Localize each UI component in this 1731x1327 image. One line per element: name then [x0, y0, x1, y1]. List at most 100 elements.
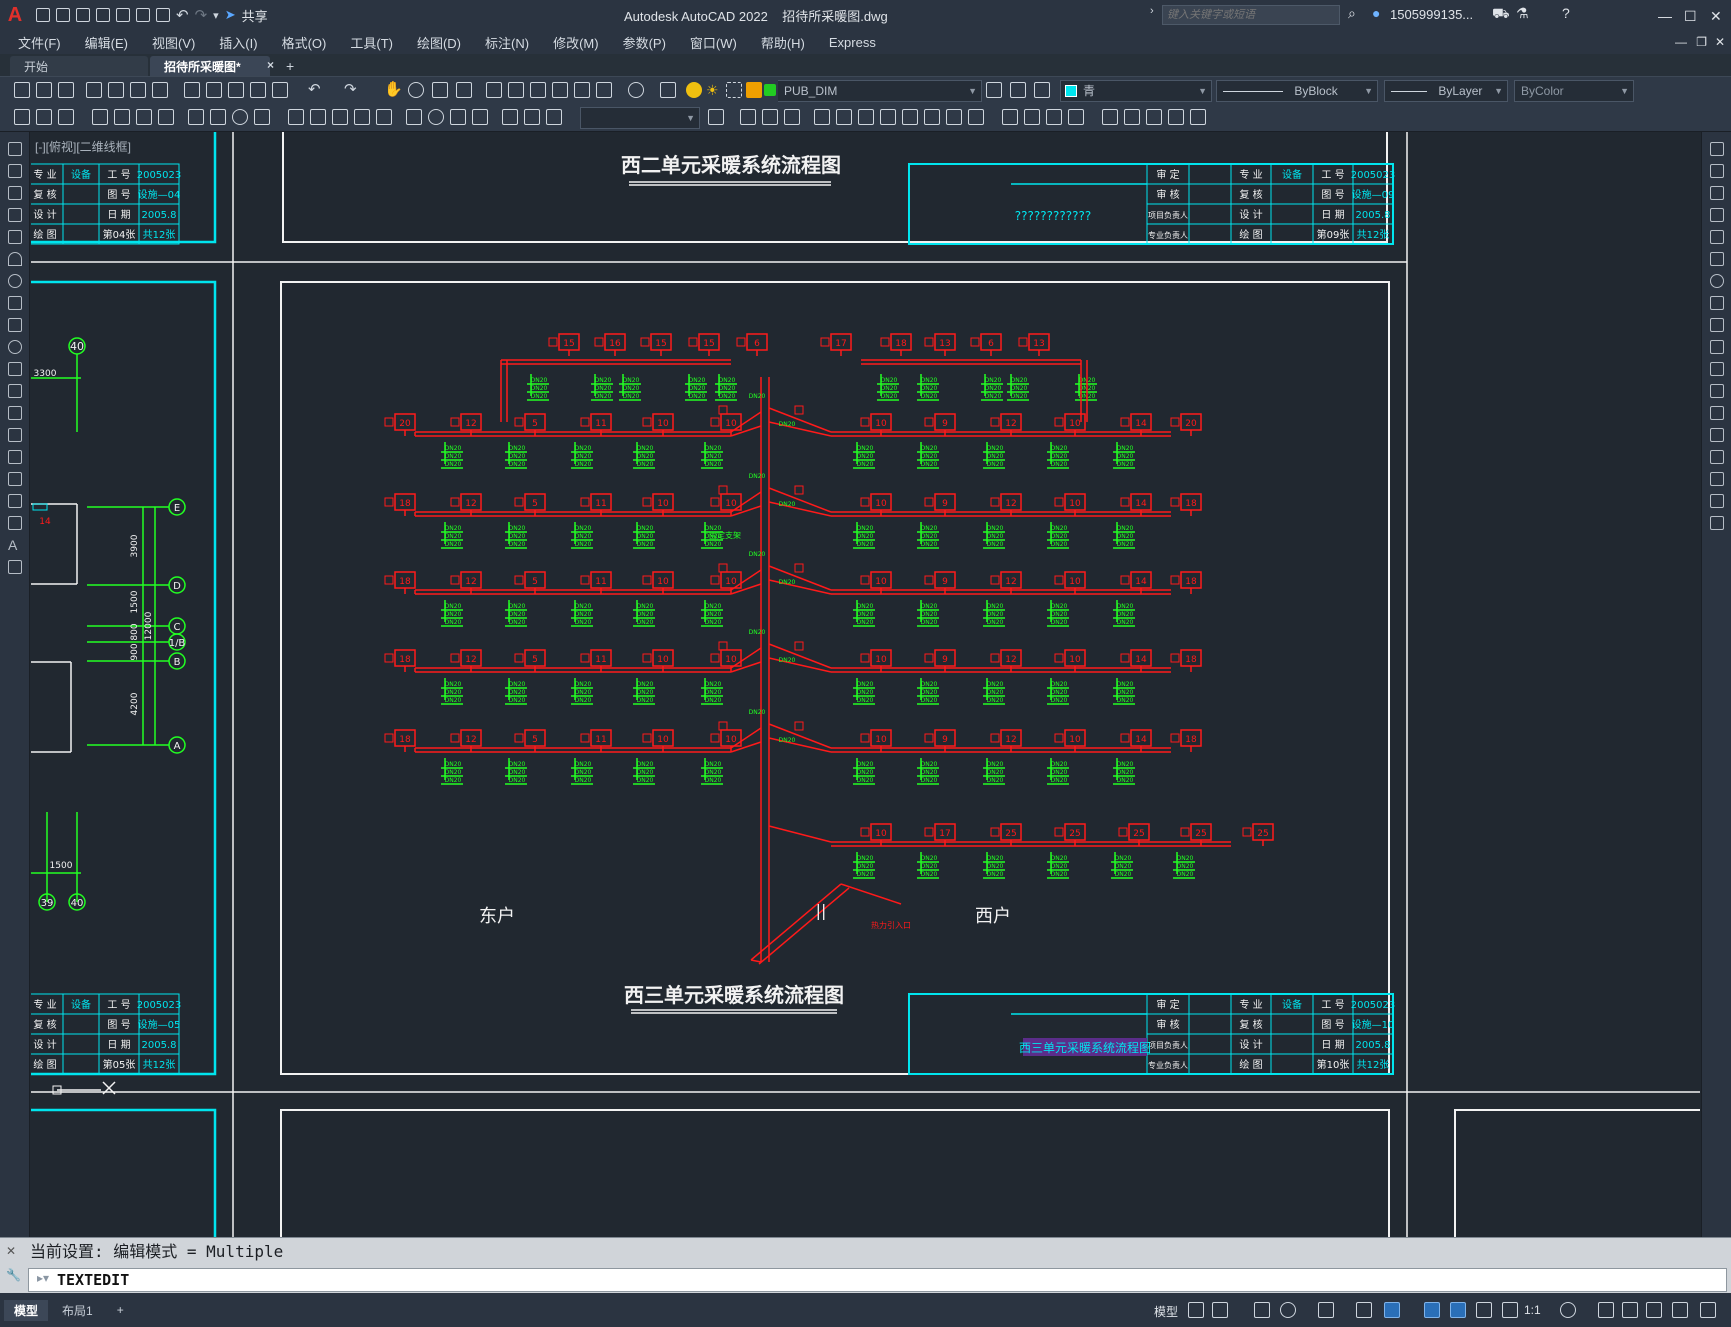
pan-icon[interactable]: ✋ [384, 82, 403, 98]
markup-icon[interactable] [574, 82, 590, 98]
region-icon[interactable] [8, 494, 22, 508]
menu-draw[interactable]: 绘图(D) [405, 33, 473, 52]
osnap-icon[interactable] [1384, 1302, 1400, 1318]
menu-help[interactable]: 帮助(H) [749, 33, 817, 52]
layer-viewport-icon[interactable] [726, 82, 742, 98]
baseline-dim-icon[interactable] [310, 109, 326, 125]
arc-length-icon[interactable] [136, 109, 152, 125]
tab-start[interactable]: 开始 [10, 56, 148, 76]
add-layout-icon[interactable]: + [107, 1301, 134, 1319]
menu-format[interactable]: 格式(O) [270, 33, 339, 52]
workspace-gear-icon[interactable] [1560, 1302, 1576, 1318]
dim-layer-icon[interactable] [58, 109, 74, 125]
layer-unlock-icon[interactable] [746, 82, 762, 98]
customize-qa-icon[interactable]: ▾ [213, 9, 219, 22]
menu-file[interactable]: 文件(F) [6, 33, 73, 52]
paste-icon[interactable] [228, 82, 244, 98]
transparency-icon[interactable] [1450, 1302, 1466, 1318]
user-name[interactable]: 1505999135... [1390, 7, 1473, 22]
break-icon[interactable] [1002, 109, 1018, 125]
rotate-icon[interactable] [880, 109, 896, 125]
r-chamfer-icon[interactable] [1710, 450, 1724, 464]
menu-modify[interactable]: 修改(M) [541, 33, 611, 52]
quick-properties-icon[interactable] [1646, 1302, 1662, 1318]
open-file-icon[interactable] [36, 82, 52, 98]
lineweight-icon[interactable] [1424, 1302, 1440, 1318]
r-stretch-icon[interactable] [1710, 318, 1724, 332]
rectangle-icon[interactable] [8, 230, 22, 244]
dim-style-set-icon[interactable] [708, 109, 724, 125]
jog-line-icon[interactable] [472, 109, 488, 125]
draworder-icon[interactable] [1168, 109, 1184, 125]
inspect-icon[interactable] [450, 109, 466, 125]
open-icon[interactable] [56, 8, 70, 22]
revcloud-icon[interactable] [8, 296, 22, 310]
r-array-icon[interactable] [1710, 230, 1724, 244]
save-file-icon[interactable] [58, 82, 74, 98]
r-extend-icon[interactable] [1710, 362, 1724, 376]
expand-search-icon[interactable]: › [1150, 5, 1154, 17]
zoom-previous-icon[interactable] [456, 82, 472, 98]
join-icon[interactable] [1024, 109, 1040, 125]
menu-edit[interactable]: 编辑(E) [73, 33, 140, 52]
model-space-button[interactable]: 模型 [1154, 1303, 1178, 1320]
gradient-icon[interactable] [8, 472, 22, 486]
array-icon[interactable] [836, 109, 852, 125]
fillet-icon[interactable] [1068, 109, 1084, 125]
command-close-icon[interactable]: ✕ [6, 1244, 16, 1258]
radius-dim-icon[interactable] [188, 109, 204, 125]
search-icon[interactable]: ⌕ [1348, 5, 1356, 22]
mtext-icon[interactable]: A [8, 538, 22, 552]
dim-icon[interactable] [36, 109, 52, 125]
clean-screen-icon[interactable] [1700, 1302, 1716, 1318]
ellipse-arc-icon[interactable] [8, 362, 22, 376]
r-rotate-icon[interactable] [1710, 274, 1724, 288]
r-break-point-icon[interactable] [1710, 384, 1724, 398]
sheet-set-icon[interactable] [552, 82, 568, 98]
plot-icon[interactable] [156, 8, 170, 22]
r-fillet-icon[interactable] [1710, 472, 1724, 486]
ordinate-dim-icon[interactable] [158, 109, 174, 125]
trim-icon[interactable] [946, 109, 962, 125]
isodraft-icon[interactable] [1318, 1302, 1334, 1318]
r-copy-icon[interactable] [1710, 164, 1724, 178]
match-prop-icon[interactable] [250, 82, 266, 98]
r-erase-icon[interactable] [1710, 142, 1724, 156]
scale-icon[interactable] [902, 109, 918, 125]
command-prompt-icon[interactable]: ▸▾ [29, 1271, 57, 1289]
hardware-accel-icon[interactable] [1672, 1302, 1688, 1318]
dim-update-icon[interactable] [546, 109, 562, 125]
undo-icon[interactable]: ↶ [176, 6, 189, 24]
aligned-dim-icon[interactable] [114, 109, 130, 125]
plotstyle-dropdown[interactable]: ByColor ▼ [1514, 80, 1634, 102]
autodesk-app-icon[interactable]: ⚗ [1516, 5, 1529, 22]
save-as-icon[interactable] [96, 8, 110, 22]
annotation-visibility-icon[interactable] [1476, 1302, 1492, 1318]
table-icon[interactable] [8, 516, 22, 530]
dim-edit-icon[interactable] [502, 109, 518, 125]
menu-parametric[interactable]: 参数(P) [611, 33, 678, 52]
print-icon[interactable] [86, 82, 102, 98]
insert-block-icon[interactable] [8, 384, 22, 398]
jogged-dim-icon[interactable] [210, 109, 226, 125]
polyline-icon[interactable] [8, 186, 22, 200]
tb-undo-icon[interactable]: ↶ [308, 82, 324, 98]
share-button[interactable]: 共享 [242, 6, 268, 25]
r-move-icon[interactable] [1710, 252, 1724, 266]
properties-icon[interactable] [486, 82, 502, 98]
3d-print-icon[interactable] [152, 82, 168, 98]
osnap-tracking-icon[interactable] [1356, 1302, 1372, 1318]
layer-on-icon[interactable] [686, 82, 702, 98]
diameter-dim-icon[interactable] [232, 109, 248, 125]
polar-icon[interactable] [1280, 1302, 1296, 1318]
angular-dim-icon[interactable] [254, 109, 270, 125]
ellipse-icon[interactable] [8, 340, 22, 354]
layer-previous-icon[interactable] [1010, 82, 1026, 98]
layer-states-icon[interactable] [1034, 82, 1050, 98]
explode-icon[interactable] [1102, 109, 1118, 125]
save-web-icon[interactable] [136, 8, 150, 22]
design-center-icon[interactable] [508, 82, 524, 98]
new-icon[interactable] [36, 8, 50, 22]
menu-view[interactable]: 视图(V) [140, 33, 207, 52]
user-icon[interactable]: ● [1372, 5, 1380, 21]
